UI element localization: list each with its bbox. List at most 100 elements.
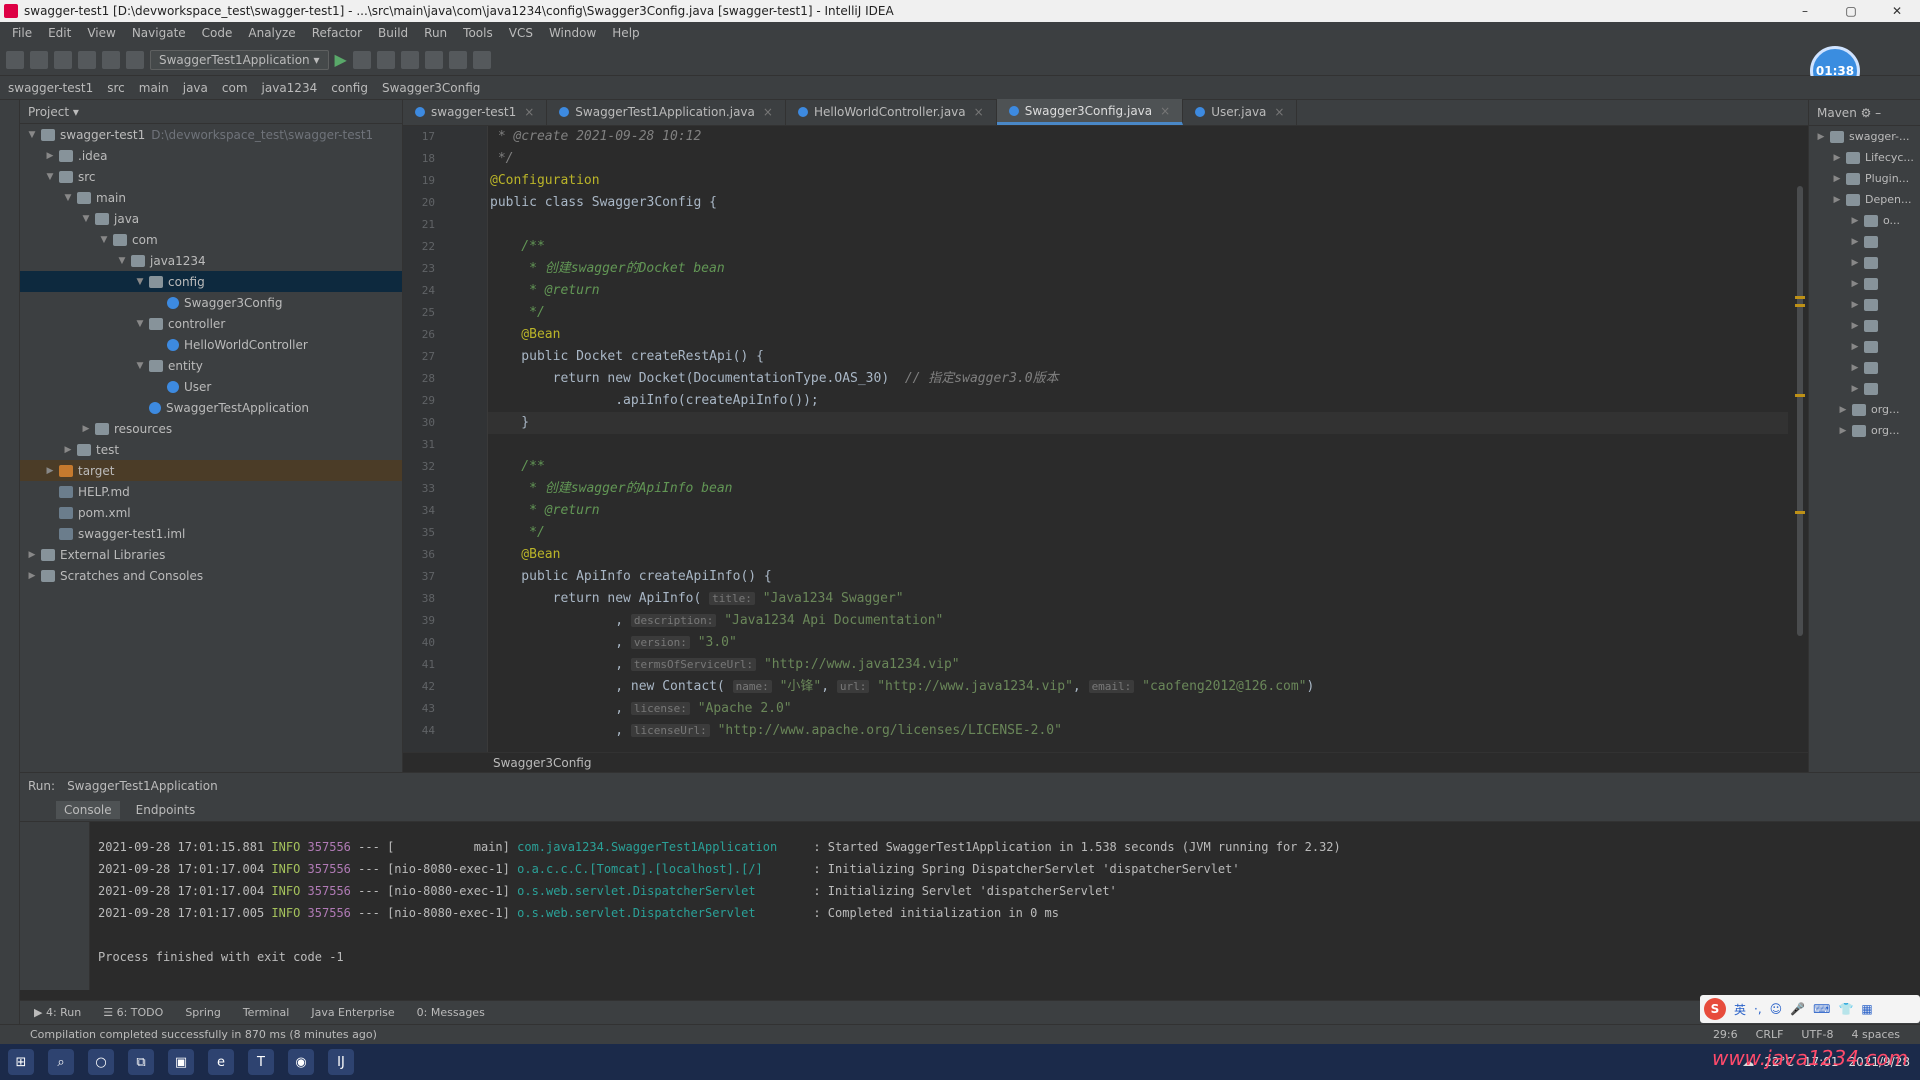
chevron-down-icon[interactable]: ▼	[134, 319, 146, 329]
menu-refactor[interactable]: Refactor	[304, 26, 370, 40]
line-number[interactable]: 18	[403, 148, 487, 170]
chevron-right-icon[interactable]: ▶	[44, 151, 56, 161]
chevron-right-icon[interactable]: ▶	[1849, 216, 1861, 226]
maven-tree-item[interactable]: ▶	[1809, 336, 1920, 357]
menu-view[interactable]: View	[79, 26, 123, 40]
line-number[interactable]: 32	[403, 456, 487, 478]
line-number[interactable]: 35	[403, 522, 487, 544]
tool-spring-button[interactable]: Spring	[179, 1006, 227, 1019]
close-button[interactable]: ✕	[1874, 0, 1920, 22]
line-number[interactable]: 33	[403, 478, 487, 500]
chevron-right-icon[interactable]: ▶	[1849, 363, 1861, 373]
editor-vertical-scrollbar[interactable]	[1795, 126, 1805, 752]
sync-icon[interactable]	[54, 50, 72, 69]
maven-panel-title[interactable]: Maven ⚙ –	[1817, 106, 1881, 120]
debug-icon[interactable]	[352, 50, 371, 69]
forward-icon[interactable]	[102, 50, 120, 69]
editor-tab[interactable]: HelloWorldController.java ×	[786, 99, 997, 125]
project-tree-item[interactable]: ▶ .idea	[20, 145, 402, 166]
ime-language[interactable]: 英	[1734, 1001, 1746, 1018]
close-tab-icon[interactable]: ×	[763, 105, 773, 119]
line-number[interactable]: 44	[403, 720, 487, 742]
file-encoding[interactable]: UTF-8	[1801, 1028, 1833, 1041]
stop-icon[interactable]	[400, 50, 419, 69]
breadcrumb-item[interactable]: config	[331, 81, 368, 95]
maven-tree-item[interactable]: ▶	[1809, 273, 1920, 294]
tab-endpoints[interactable]: Endpoints	[128, 801, 204, 819]
settings-icon[interactable]	[472, 50, 491, 69]
ime-voice-icon[interactable]: 🎤	[1790, 1002, 1805, 1016]
chevron-right-icon[interactable]: ▶	[1849, 279, 1861, 289]
search-icon[interactable]: ⌕	[48, 1049, 74, 1075]
chevron-down-icon[interactable]: ▼	[116, 256, 128, 266]
line-number[interactable]: 37	[403, 566, 487, 588]
menu-run[interactable]: Run	[416, 26, 455, 40]
close-tab-icon[interactable]: ×	[1160, 104, 1170, 118]
store-icon[interactable]: ▣	[168, 1049, 194, 1075]
intellij-taskbar-icon[interactable]: IJ	[328, 1049, 354, 1075]
chevron-down-icon[interactable]: ▼	[134, 361, 146, 371]
maven-tree-item[interactable]: ▶ Lifecyc...	[1809, 147, 1920, 168]
ime-punct-icon[interactable]: ·,	[1754, 1002, 1762, 1016]
code-editor[interactable]: * @create 2021-09-28 10:12 */ @Configura…	[488, 126, 1788, 752]
menu-tools[interactable]: Tools	[455, 26, 501, 40]
project-tree-item[interactable]: ▼ com	[20, 229, 402, 250]
project-tree-item[interactable]: ▼ controller	[20, 313, 402, 334]
close-tab-icon[interactable]: ×	[974, 105, 984, 119]
editor-breadcrumb-class[interactable]: Swagger3Config	[493, 756, 591, 770]
close-tab-icon[interactable]: ×	[1274, 105, 1284, 119]
editor-tab[interactable]: User.java ×	[1183, 99, 1298, 125]
cortana-icon[interactable]: ○	[88, 1049, 114, 1075]
project-tree-item[interactable]: ▶ External Libraries	[20, 544, 402, 565]
line-number[interactable]: 36	[403, 544, 487, 566]
project-tree-item[interactable]: ▼ java	[20, 208, 402, 229]
tab-console[interactable]: Console	[56, 800, 120, 819]
minimize-button[interactable]: –	[1782, 0, 1828, 22]
project-tree-item[interactable]: ▼ entity	[20, 355, 402, 376]
menu-analyze[interactable]: Analyze	[240, 26, 303, 40]
line-number[interactable]: 23	[403, 258, 487, 280]
editor-tab[interactable]: Swagger3Config.java ×	[996, 99, 1184, 125]
project-tree-item[interactable]: ▶ resources	[20, 418, 402, 439]
breadcrumb-item[interactable]: com	[222, 81, 248, 95]
line-separator[interactable]: CRLF	[1756, 1028, 1784, 1041]
project-tree-item[interactable]: ▼ src	[20, 166, 402, 187]
project-panel-title[interactable]: Project ▾	[28, 105, 79, 119]
project-structure-icon[interactable]	[448, 50, 467, 69]
line-number[interactable]: 24	[403, 280, 487, 302]
line-number[interactable]: 43	[403, 698, 487, 720]
line-number[interactable]: 29	[403, 390, 487, 412]
status-message[interactable]: Compilation completed successfully in 87…	[30, 1028, 377, 1041]
project-tree-item[interactable]: swagger-test1.iml	[20, 523, 402, 544]
sogou-ime-icon[interactable]: S	[1704, 998, 1726, 1020]
line-number[interactable]: 25	[403, 302, 487, 324]
project-tree-item[interactable]: ▶ Scratches and Consoles	[20, 565, 402, 586]
breadcrumb-item[interactable]: swagger-test1	[8, 81, 93, 95]
ime-keyboard-icon[interactable]: ⌨	[1813, 1002, 1830, 1016]
project-tree-item[interactable]: ▼ java1234	[20, 250, 402, 271]
menu-window[interactable]: Window	[541, 26, 604, 40]
error-stripe-mark[interactable]	[1795, 304, 1805, 307]
ime-tools-icon[interactable]: ▦	[1861, 1002, 1872, 1016]
chevron-down-icon[interactable]: ▼	[26, 130, 38, 140]
project-tree-item[interactable]: HelloWorldController	[20, 334, 402, 355]
project-tree-item[interactable]: ▼ swagger-test1 D:\devworkspace_test\swagg…	[20, 124, 402, 145]
error-stripe-mark[interactable]	[1795, 296, 1805, 299]
indent-setting[interactable]: 4 spaces	[1852, 1028, 1901, 1041]
project-tree-item[interactable]: pom.xml	[20, 502, 402, 523]
chrome-icon[interactable]: ◉	[288, 1049, 314, 1075]
chevron-right-icon[interactable]: ▶	[1849, 237, 1861, 247]
chevron-right-icon[interactable]: ▶	[1831, 174, 1843, 184]
open-folder-icon[interactable]	[6, 50, 24, 69]
ime-emoji-icon[interactable]: ☺	[1770, 1002, 1783, 1016]
maven-tree-item[interactable]: ▶ o...	[1809, 210, 1920, 231]
chevron-right-icon[interactable]: ▶	[1837, 405, 1849, 415]
chevron-down-icon[interactable]: ▼	[98, 235, 110, 245]
project-tree-item[interactable]: HELP.md	[20, 481, 402, 502]
maven-tree-item[interactable]: ▶ org...	[1809, 420, 1920, 441]
chevron-down-icon[interactable]: ▼	[80, 214, 92, 224]
error-stripe-mark[interactable]	[1795, 394, 1805, 397]
tool-java-enterprise-button[interactable]: Java Enterprise	[305, 1006, 400, 1019]
tool-terminal-button[interactable]: Terminal	[237, 1006, 296, 1019]
chevron-right-icon[interactable]: ▶	[62, 445, 74, 455]
